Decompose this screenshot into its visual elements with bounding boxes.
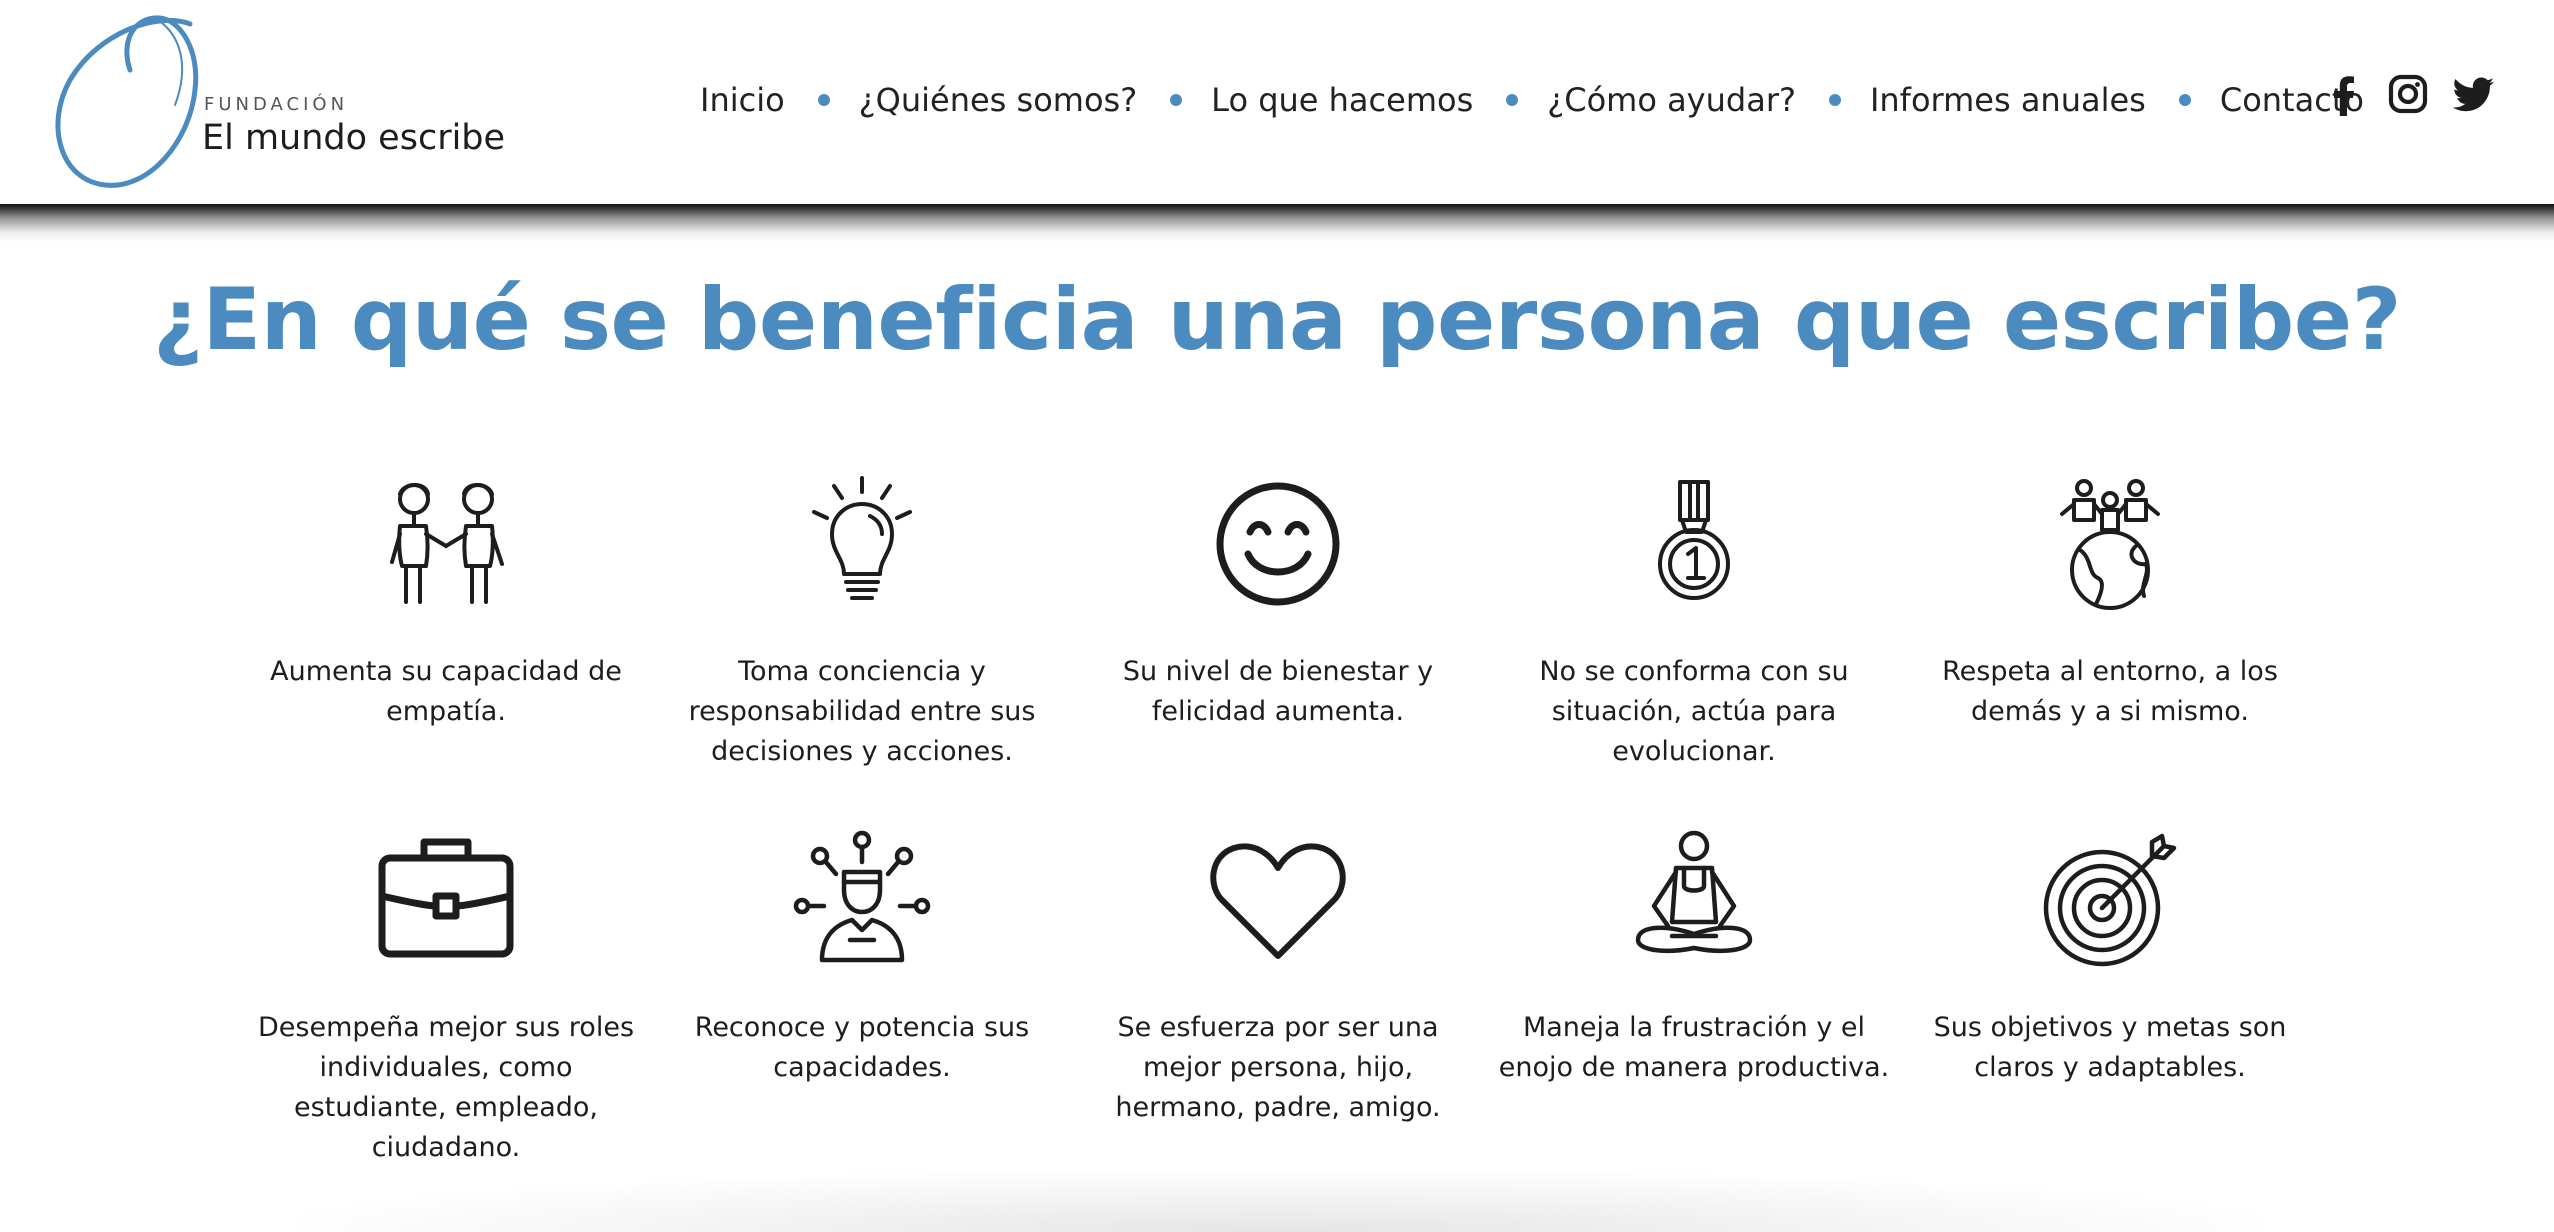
smiley-face-icon: [1216, 482, 1340, 606]
benefit-item: Toma conciencia y responsabilidad entre …: [662, 474, 1062, 772]
people-on-globe-icon: [2060, 479, 2160, 610]
facebook-icon[interactable]: [2322, 72, 2364, 116]
benefit-text: Desempeña mejor sus roles individuales, …: [257, 1012, 635, 1163]
logo-subtitle: FUNDACIÓN: [204, 94, 349, 115]
nav-item-quienes-somos[interactable]: ¿Quiénes somos?: [859, 81, 1138, 119]
benefit-item: Se esfuerza por ser una mejor persona, h…: [1078, 830, 1478, 1128]
benefit-item: No se conforma con su situación, actúa p…: [1494, 474, 1894, 772]
nav-item-lo-que-hacemos[interactable]: Lo que hacemos: [1211, 81, 1473, 119]
logo-title: El mundo escribe: [202, 118, 506, 158]
benefit-item: Su nivel de bienestar y felicidad aument…: [1078, 474, 1478, 732]
heart-icon: [1210, 843, 1346, 959]
benefit-item: Sus objetivos y metas son claros y adapt…: [1910, 830, 2310, 1088]
benefit-text: Respeta al entorno, a los demás y a si m…: [1942, 656, 2278, 727]
nav-separator-dot: [2178, 94, 2191, 106]
benefit-item: Aumenta su capacidad de empatía.: [246, 474, 646, 732]
header-shadow: [0, 204, 2554, 242]
nav-item-como-ayudar[interactable]: ¿Cómo ayudar?: [1547, 81, 1796, 119]
person-skills-network-icon: [793, 830, 931, 963]
site-header: FUNDACIÓN El mundo escribe Inicio ¿Quién…: [0, 0, 2554, 204]
briefcase-icon: [378, 838, 514, 958]
section-heading: ¿En qué se beneficia una persona que esc…: [153, 270, 2401, 370]
instagram-icon[interactable]: [2386, 72, 2430, 116]
lightbulb-icon: [812, 476, 912, 600]
social-links: [2322, 72, 2496, 116]
target-arrow-icon: [2043, 833, 2177, 967]
benefit-item: Maneja la frustración y el enojo de mane…: [1494, 830, 1894, 1088]
nav-separator-dot: [817, 94, 830, 106]
main-nav: Inicio ¿Quiénes somos? Lo que hacemos ¿C…: [700, 70, 2364, 130]
benefit-text: Aumenta su capacidad de empatía.: [270, 656, 622, 727]
benefit-item: Desempeña mejor sus roles individuales, …: [246, 830, 646, 1168]
logo[interactable]: FUNDACIÓN El mundo escribe: [40, 10, 510, 190]
benefit-text: Su nivel de bienestar y felicidad aument…: [1122, 656, 1434, 727]
benefit-text: Sus objetivos y metas son claros y adapt…: [1933, 1012, 2287, 1083]
benefit-text: Maneja la frustración y el enojo de mane…: [1498, 1012, 1890, 1083]
medal-icon: [1658, 480, 1730, 600]
benefit-text: No se conforma con su situación, actúa p…: [1539, 656, 1849, 767]
nav-separator-dot: [1170, 94, 1183, 106]
nav-separator-dot: [1828, 94, 1841, 106]
handshake-people-icon: [390, 483, 504, 604]
benefit-text: Toma conciencia y responsabilidad entre …: [688, 656, 1036, 767]
nav-separator-dot: [1506, 94, 1519, 106]
twitter-icon[interactable]: [2452, 72, 2496, 116]
nav-item-inicio[interactable]: Inicio: [700, 81, 785, 119]
benefit-text: Se esfuerza por ser una mejor persona, h…: [1115, 1012, 1441, 1123]
nav-item-informes-anuales[interactable]: Informes anuales: [1870, 81, 2146, 119]
benefit-item: Respeta al entorno, a los demás y a si m…: [1910, 474, 2310, 732]
benefit-text: Reconoce y potencia sus capacidades.: [694, 1012, 1030, 1083]
benefit-item: Reconoce y potencia sus capacidades.: [662, 830, 1062, 1088]
footer-shadow: [300, 1170, 2260, 1232]
meditation-icon: [1635, 830, 1753, 954]
logo-swirl-icon: [55, 15, 199, 188]
